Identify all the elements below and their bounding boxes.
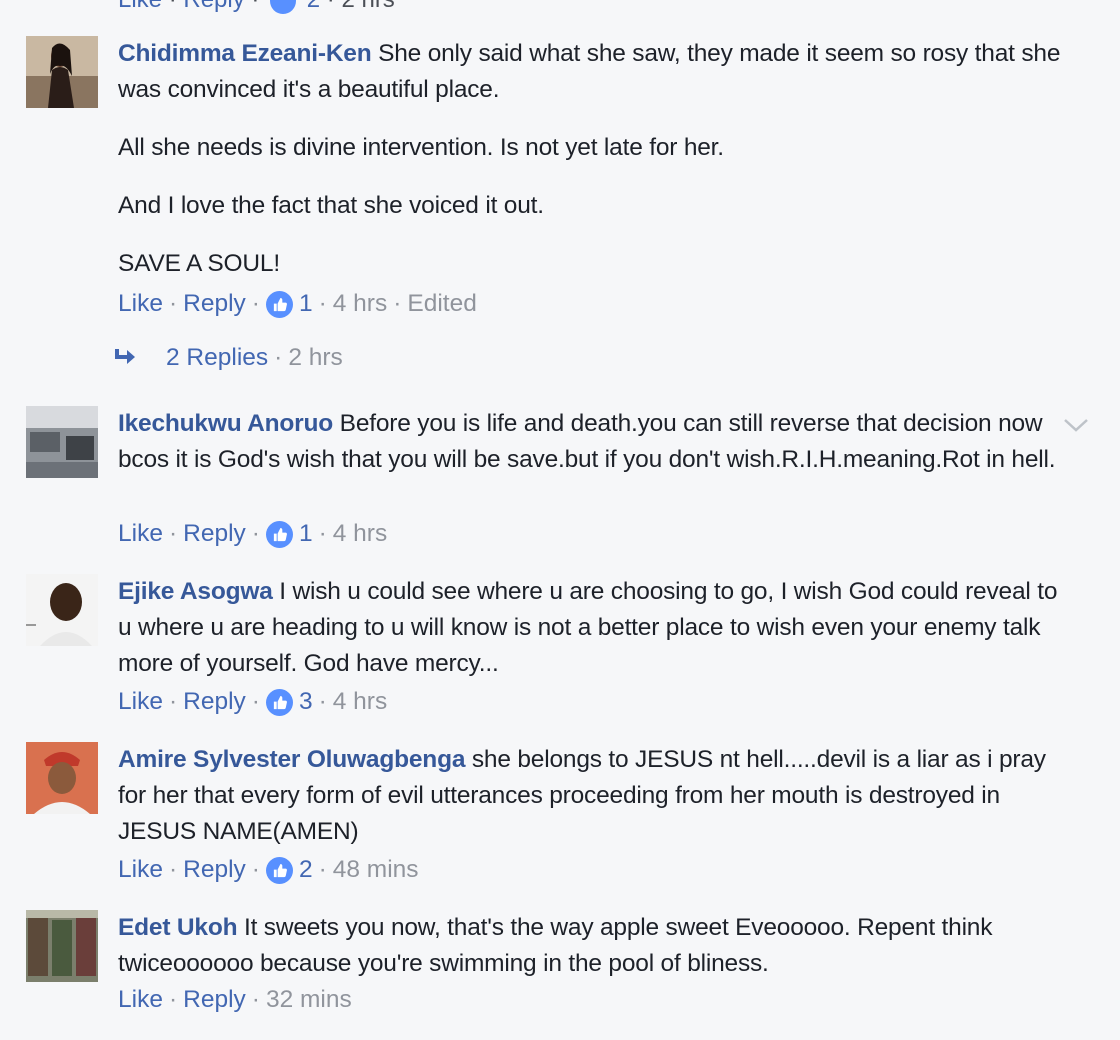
- comment-body: Ejike Asogwa I wish u could see where u …: [118, 574, 1070, 682]
- comment-body: Edet Ukoh It sweets you now, that's the …: [118, 910, 1070, 982]
- reaction-count: 2: [298, 856, 313, 883]
- comment-body: Amire Sylvester Oluwagbenga she belongs …: [118, 742, 1070, 850]
- comment-paragraph: Ejike Asogwa I wish u could see where u …: [118, 574, 1070, 682]
- comment-time[interactable]: 32 mins: [266, 986, 352, 1014]
- comment-actions: Like · Reply · 2 · 48 mins: [118, 856, 419, 884]
- comment-paragraph: Amire Sylvester Oluwagbenga she belongs …: [118, 742, 1070, 850]
- chevron-down-icon[interactable]: [1062, 416, 1090, 434]
- reply-link[interactable]: Reply: [183, 688, 246, 716]
- reaction-badge[interactable]: 2: [265, 856, 313, 884]
- like-link[interactable]: Like: [118, 986, 163, 1014]
- reaction-count: 3: [298, 688, 313, 715]
- comment-actions: Like · Reply · 32 mins: [118, 986, 352, 1014]
- comment-author[interactable]: Ikechukwu Anoruo: [118, 410, 333, 437]
- reply-link[interactable]: Reply: [183, 520, 246, 548]
- reaction-count[interactable]: 2: [307, 0, 320, 13]
- comment-paragraph: And I love the fact that she voiced it o…: [118, 192, 544, 219]
- comment-body: Ikechukwu Anoruo Before you is life and …: [118, 406, 1070, 478]
- partial-actions-row: Like · Reply · 2 · 2 hrs: [118, 0, 395, 14]
- comment-actions: Like · Reply · 3 · 4 hrs: [118, 688, 388, 716]
- replies-time: 2 hrs: [288, 344, 343, 371]
- comment-paragraph: Edet Ukoh It sweets you now, that's the …: [118, 910, 1070, 982]
- comment-paragraph: Chidimma Ezeani-Ken She only said what s…: [118, 36, 1070, 108]
- comment-time[interactable]: 4 hrs: [333, 290, 387, 318]
- comment-time[interactable]: 2 hrs: [341, 0, 394, 13]
- comment-time[interactable]: 4 hrs: [333, 520, 387, 548]
- comment-paragraph: All she needs is divine intervention. Is…: [118, 134, 724, 161]
- avatar[interactable]: [26, 742, 98, 814]
- avatar[interactable]: [26, 910, 98, 982]
- like-link[interactable]: Like: [118, 856, 163, 884]
- reply-link[interactable]: Reply: [183, 856, 246, 884]
- comment-actions: Like · Reply · 1 · 4 hrs: [118, 520, 388, 548]
- view-replies-link[interactable]: 2 Replies: [166, 344, 268, 372]
- reaction-count: 1: [298, 290, 313, 317]
- thumbs-up-icon: [265, 520, 293, 548]
- avatar[interactable]: [26, 406, 98, 478]
- replies-row[interactable]: 2 Replies · 2 hrs: [112, 344, 343, 372]
- thumbs-up-icon: [265, 856, 293, 884]
- comment-author[interactable]: Ejike Asogwa: [118, 578, 273, 605]
- comment-time[interactable]: 48 mins: [333, 856, 419, 884]
- reply-link[interactable]: Reply: [183, 0, 244, 13]
- comment-text: It sweets you now, that's the way apple …: [118, 914, 993, 977]
- reply-link[interactable]: Reply: [183, 290, 246, 318]
- thumbs-up-icon: [265, 290, 293, 318]
- like-link[interactable]: Like: [118, 688, 163, 716]
- comment-actions: Like · Reply · 1 · 4 hrs · Edited: [118, 290, 477, 318]
- comment-author[interactable]: Amire Sylvester Oluwagbenga: [118, 746, 465, 773]
- thumbs-up-icon: [270, 0, 297, 14]
- comment-author[interactable]: Chidimma Ezeani-Ken: [118, 40, 372, 67]
- reaction-badge[interactable]: 3: [265, 688, 313, 716]
- avatar[interactable]: [26, 36, 98, 108]
- comment-paragraph: SAVE A SOUL!: [118, 250, 280, 277]
- reaction-badge[interactable]: 1: [265, 290, 313, 318]
- reaction-count: 1: [298, 520, 313, 547]
- reply-arrow-icon: [115, 349, 135, 364]
- avatar[interactable]: [26, 574, 98, 646]
- like-link[interactable]: Like: [118, 0, 162, 13]
- comment-paragraph: Ikechukwu Anoruo Before you is life and …: [118, 406, 1070, 478]
- comment-time[interactable]: 4 hrs: [333, 688, 387, 716]
- edited-label[interactable]: Edited: [407, 290, 476, 318]
- comment-body: Chidimma Ezeani-Ken She only said what s…: [118, 36, 1070, 282]
- comment-author[interactable]: Edet Ukoh: [118, 914, 238, 941]
- reaction-badge[interactable]: 1: [265, 520, 313, 548]
- thumbs-up-icon: [265, 688, 293, 716]
- reply-link[interactable]: Reply: [183, 986, 246, 1014]
- like-link[interactable]: Like: [118, 290, 163, 318]
- like-link[interactable]: Like: [118, 520, 163, 548]
